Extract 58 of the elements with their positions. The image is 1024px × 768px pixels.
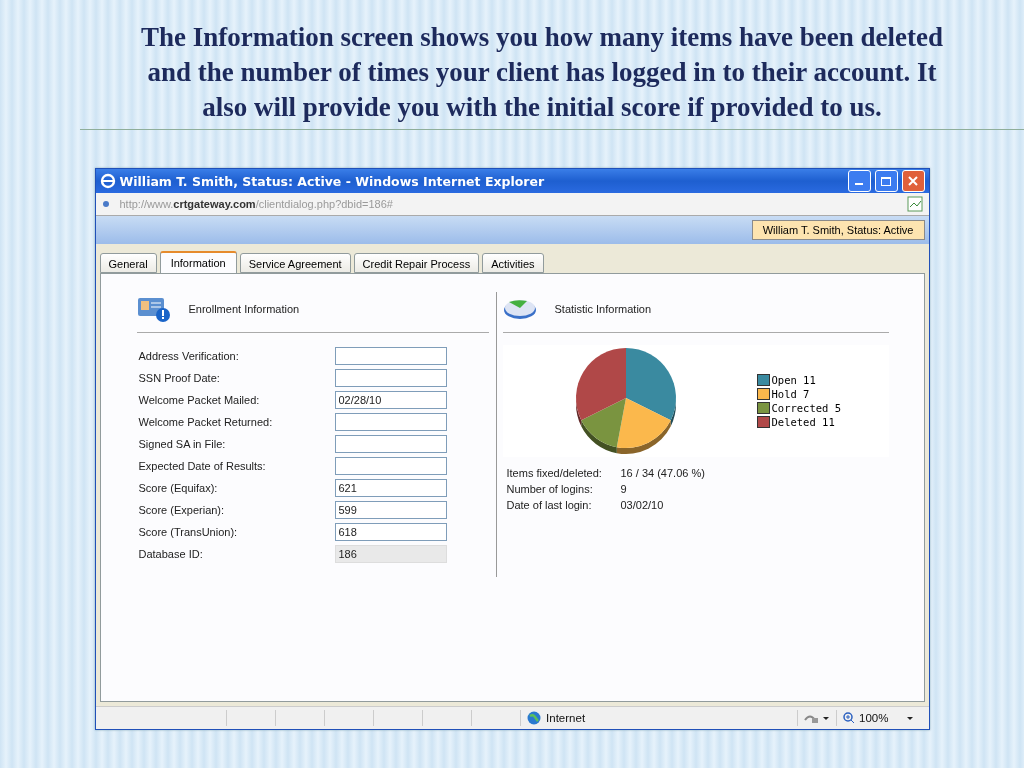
browser-logo-icon <box>99 173 116 189</box>
field-label: Expected Date of Results: <box>138 460 267 472</box>
input-field[interactable]: 02/28/10 <box>334 391 447 409</box>
stat-value: 9 <box>620 483 627 495</box>
legend-swatch <box>756 374 770 386</box>
field-label: Signed SA in File: <box>138 438 227 450</box>
field-label: Welcome Packet Returned: <box>138 416 274 428</box>
tab[interactable]: Service Agreement <box>239 253 351 273</box>
input-field[interactable]: 621 <box>334 479 447 497</box>
legend-label: Corrected 5 <box>771 402 842 414</box>
globe-icon <box>527 711 542 725</box>
legend-swatch <box>756 402 770 414</box>
pie-chart-icon <box>502 298 537 320</box>
field-label: Welcome Packet Mailed: <box>138 394 261 406</box>
field-label: Score (TransUnion): <box>138 526 239 538</box>
chart-page-icon[interactable] <box>906 196 923 212</box>
zoom-icon <box>843 712 856 724</box>
stat-value: 03/02/10 <box>620 499 664 511</box>
stat-value: 16 / 34 (47.06 %) <box>620 467 705 479</box>
legend-label: Hold 7 <box>771 388 810 400</box>
input-field[interactable] <box>334 457 447 475</box>
zoom-button[interactable]: 100% <box>836 710 919 726</box>
input-field[interactable] <box>334 369 447 387</box>
field-label: SSN Proof Date: <box>138 372 221 384</box>
tab[interactable]: Activities <box>482 253 544 273</box>
section-title: Enrollment Information <box>188 303 300 315</box>
input-field[interactable]: 618 <box>334 523 447 541</box>
tab[interactable]: General <box>99 253 157 273</box>
minimize-button[interactable] <box>847 170 871 192</box>
zone-text: Internet <box>546 712 586 724</box>
input-field[interactable] <box>334 347 447 365</box>
legend-swatch <box>756 416 770 428</box>
stat-label: Items fixed/deleted: <box>506 467 603 479</box>
field-label: Score (Experian): <box>138 504 226 516</box>
maximize-icon <box>881 176 891 186</box>
stat-label: Date of last login: <box>506 499 593 511</box>
field-label: Score (Equifax): <box>138 482 219 494</box>
input-field[interactable] <box>334 413 447 431</box>
input-field[interactable] <box>334 435 447 453</box>
status-badge: William T. Smith, Status: Active <box>751 220 925 240</box>
window-title: William T. Smith, Status: Active - Windows Internet Explorer <box>119 173 546 189</box>
tab[interactable]: Credit Repair Process <box>353 253 480 273</box>
field-label: Address Verification: <box>138 350 240 362</box>
maximize-button[interactable] <box>874 170 898 192</box>
tab[interactable]: Information <box>159 251 237 273</box>
legend-swatch <box>756 388 770 400</box>
url-text: http://www.crtgateway.com/clientdialog.php?dbid=186# <box>119 198 394 210</box>
stat-label: Number of logins: <box>506 483 594 495</box>
legend-label: Deleted 11 <box>771 416 835 428</box>
section-title: Statistic Information <box>554 303 652 315</box>
field-label: Database ID: <box>138 548 204 560</box>
input-field[interactable]: 599 <box>334 501 447 519</box>
close-button[interactable] <box>901 170 925 192</box>
slide-heading: The Information screen shows you how many items have been deleted and the number of times your client has logged in to their account. It also will provide you with the initial score if provided to us. <box>140 21 944 124</box>
close-icon <box>908 176 918 186</box>
legend-label: Open 11 <box>771 374 816 386</box>
caret-icon <box>906 716 913 720</box>
id-card-icon <box>136 296 171 322</box>
